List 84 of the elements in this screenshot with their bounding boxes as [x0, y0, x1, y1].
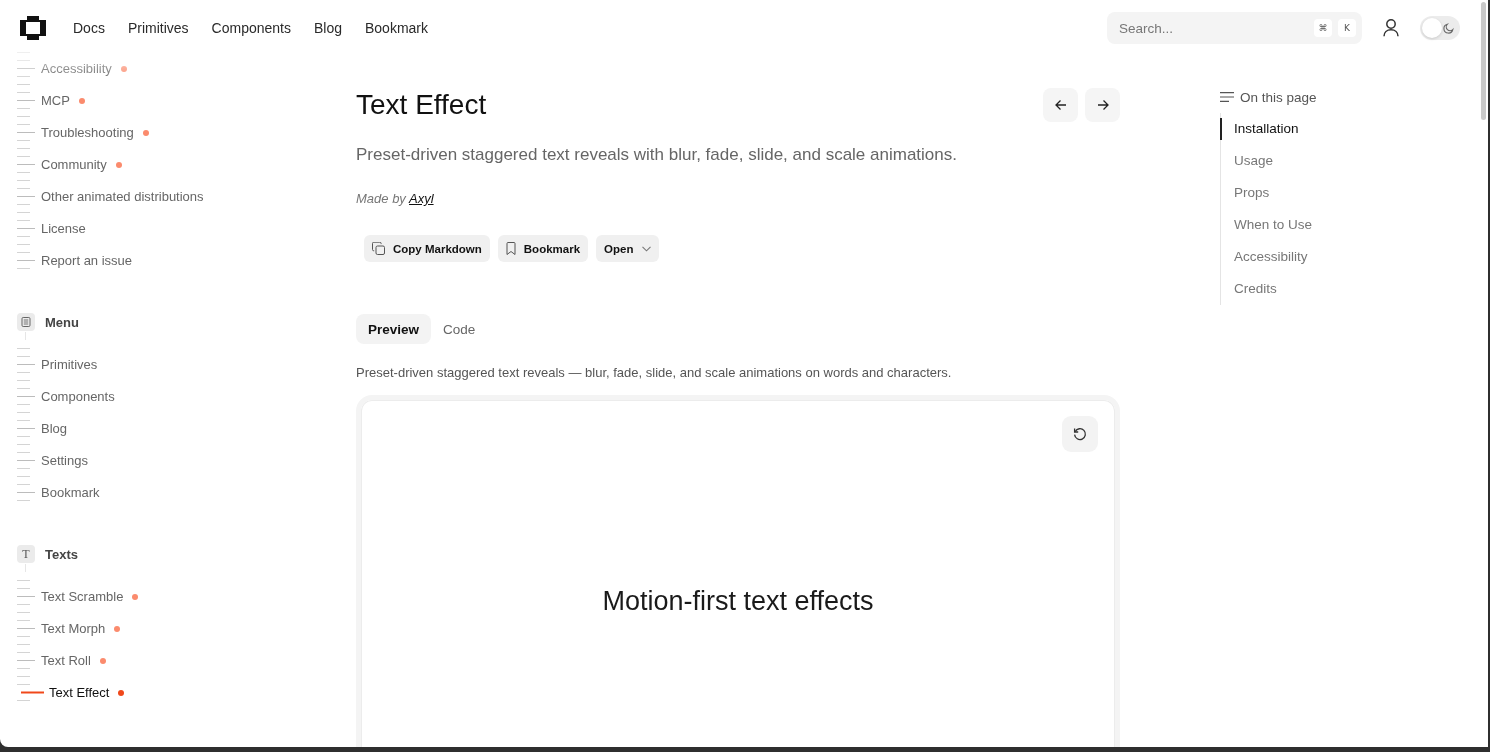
section-title: Texts: [45, 546, 78, 562]
preview-caption: Preset-driven staggered text reveals — blur, fade, slide, and scale animations on words and characters.: [356, 364, 953, 382]
sidebar-link[interactable]: Bookmark: [41, 484, 100, 501]
nav-link[interactable]: Docs: [73, 20, 105, 36]
dot-icon: [115, 161, 122, 168]
sidebar-link[interactable]: Text Scramble: [41, 588, 139, 605]
ruler-drawing: [17, 676, 45, 701]
sidebar-link[interactable]: Text Roll: [41, 652, 106, 669]
dot-icon: [120, 65, 127, 72]
ruler-drawing: [17, 84, 35, 109]
sidebar-link[interactable]: Report an issue: [41, 252, 133, 269]
demo-text: Motion-first text effects: [601, 585, 875, 618]
ruler-drawing: [17, 348, 35, 373]
arrow-left-icon: [1054, 99, 1067, 111]
reload-button[interactable]: [1062, 416, 1098, 452]
scrollbar-thumb[interactable]: [1480, 2, 1486, 120]
dot-icon: [118, 689, 125, 696]
ruler-drawing: [17, 212, 35, 237]
copy-icon: [372, 242, 385, 255]
toc-link[interactable]: Credits: [1220, 278, 1277, 300]
bookmark-icon: [505, 242, 516, 255]
toc-link[interactable]: When to Use: [1220, 214, 1313, 236]
dot-icon: [78, 97, 85, 104]
shortcut-key: ⌘: [1314, 19, 1332, 37]
chevron-down-icon: [642, 245, 652, 252]
nav-link[interactable]: Bookmark: [365, 20, 429, 36]
toc-link[interactable]: Installation: [1220, 118, 1299, 140]
logo-icon[interactable]: [20, 16, 46, 40]
ruler-drawing: [17, 148, 35, 173]
ruler-drawing: [17, 580, 35, 605]
nav-link[interactable]: Blog: [313, 20, 342, 36]
ruler-drawing: [17, 644, 35, 669]
theme-toggle[interactable]: [1420, 16, 1460, 40]
toggle-knob: [1422, 18, 1442, 38]
action-button[interactable]: Open: [596, 235, 660, 262]
sidebar-link[interactable]: Community: [41, 156, 122, 173]
dot-icon: [114, 625, 121, 632]
action-button[interactable]: Bookmark: [497, 235, 589, 262]
nav-link[interactable]: Components: [211, 20, 291, 36]
toc-link[interactable]: Usage: [1220, 150, 1274, 172]
ruler-drawing: [17, 116, 35, 141]
menu-lines-icon: [1220, 92, 1234, 102]
sidebar-link[interactable]: Primitives: [41, 356, 98, 373]
sidebar-link[interactable]: Troubleshooting: [41, 124, 149, 141]
page-description: Preset-driven staggered text reveals with blur, fade, slide, and scale animations.: [356, 144, 958, 166]
ruler-drawing: [17, 444, 35, 469]
sidebar-link[interactable]: Accessibility: [41, 60, 127, 77]
dot-icon: [142, 129, 149, 136]
section-title: Menu: [45, 314, 79, 330]
arrow-right-icon: [1096, 99, 1109, 111]
toc-title: On this page: [1240, 89, 1317, 105]
sidebar-link[interactable]: License: [41, 220, 86, 237]
dot-icon: [99, 657, 106, 664]
toc-link[interactable]: Accessibility: [1220, 246, 1308, 268]
shortcut-key: K: [1338, 19, 1356, 37]
sidebar-link[interactable]: Components: [41, 388, 115, 405]
ruler-drawing: [17, 380, 35, 405]
ruler-drawing: [17, 180, 35, 205]
moon-icon: [1443, 23, 1454, 34]
sidebar-link[interactable]: Other animated distributions: [41, 188, 204, 205]
ruler-drawing: [17, 412, 35, 437]
sidebar-link[interactable]: Text Effect: [49, 684, 125, 701]
dot-icon: [132, 593, 139, 600]
nav-link[interactable]: Primitives: [127, 20, 189, 36]
ruler-drawing: [17, 52, 35, 77]
sidebar-link[interactable]: Text Morph: [41, 620, 121, 637]
author-link[interactable]: Axyl: [409, 191, 434, 206]
tab[interactable]: Preview: [356, 314, 432, 344]
letter-icon: T: [17, 545, 35, 563]
toc-link[interactable]: Props: [1220, 182, 1270, 204]
user-icon[interactable]: [1383, 19, 1399, 37]
action-button[interactable]: Copy Markdown: [364, 235, 490, 262]
sidebar-link[interactable]: Settings: [41, 452, 88, 469]
tab[interactable]: Code: [431, 314, 488, 344]
page-title: Text Effect: [356, 88, 487, 122]
sidebar-link[interactable]: MCP: [41, 92, 85, 109]
ruler-drawing: [17, 612, 35, 637]
next-button[interactable]: [1085, 88, 1120, 122]
sidebar-link[interactable]: Blog: [41, 420, 68, 437]
ruler-drawing: [17, 476, 35, 501]
author-credit: Made by Axyl: [356, 190, 435, 208]
ruler-drawing: [17, 244, 35, 269]
previous-button[interactable]: [1043, 88, 1078, 122]
refresh-icon: [1073, 427, 1087, 441]
